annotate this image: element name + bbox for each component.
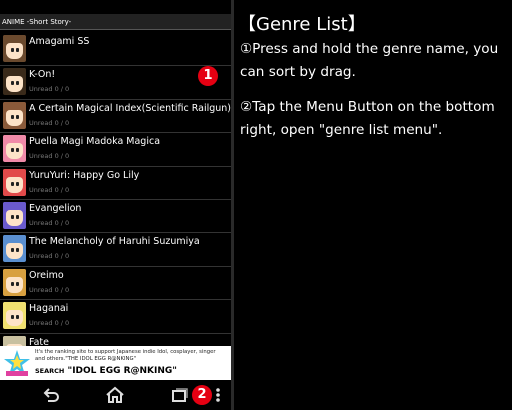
genre-row[interactable]: Puella Magi Madoka Magica Unread 0 / 0 [0, 133, 231, 167]
avatar-face [6, 76, 23, 93]
avatar-eye [11, 315, 14, 320]
avatar-face [6, 176, 23, 193]
android-nav-bar: 2 [0, 380, 231, 410]
genre-name[interactable]: Evangelion [29, 203, 81, 214]
avatar-face [6, 310, 23, 327]
ad-search-term: "IDOL EGG R@NKING" [67, 366, 177, 376]
genre-avatar [3, 35, 26, 62]
avatar-eye [16, 48, 19, 52]
genre-avatar [3, 135, 26, 163]
avatar-face [6, 243, 23, 260]
genre-row[interactable]: Haganai Unread 0 / 0 [0, 300, 231, 334]
avatar-face [6, 109, 23, 126]
avatar-eye [11, 48, 14, 52]
avatar-face [6, 143, 23, 160]
avatar-eye [16, 81, 19, 86]
genre-row[interactable]: YuruYuri: Happy Go Lily Unread 0 / 0 [0, 167, 231, 200]
genre-avatar [3, 302, 26, 330]
genre-row[interactable]: K-On! Unread 0 / 0 [0, 66, 231, 100]
unread-count: Unread 0 / 0 [29, 285, 70, 294]
unread-count: Unread 0 / 0 [29, 319, 70, 328]
menu-overflow-icon[interactable] [210, 385, 226, 405]
avatar-face [6, 276, 23, 293]
recent-apps-icon[interactable] [168, 385, 190, 405]
instruction-2: ②Tap the Menu Button on the bottom right… [240, 99, 495, 138]
genre-avatar [3, 268, 26, 296]
ad-text: It's the ranking site to support Japanes… [35, 349, 216, 362]
genre-avatar [3, 235, 26, 263]
phone-screen: ANIME -Short Story- Amagami SS K-On! Unrea… [0, 0, 231, 410]
genre-name[interactable]: K-On! [29, 69, 55, 80]
avatar-eye [16, 148, 19, 153]
genre-name[interactable]: Haganai [29, 303, 68, 314]
avatar-eye [16, 214, 19, 219]
idol-egg-logo [2, 348, 32, 378]
genre-name[interactable]: A Certain Magical Index(Scientific Railg… [29, 103, 231, 114]
genre-name[interactable]: Oreimo [29, 270, 64, 281]
avatar-face [6, 209, 23, 226]
genre-name[interactable]: Puella Magi Madoka Magica [29, 136, 160, 147]
genre-avatar [3, 68, 26, 96]
back-icon[interactable] [40, 385, 62, 405]
genre-name[interactable]: The Melancholy of Haruhi Suzumiya [29, 236, 200, 247]
unread-count: Unread 0 / 0 [29, 218, 70, 227]
callout-badge-2: 2 [192, 385, 212, 405]
genre-row[interactable]: The Melancholy of Haruhi Suzumiya Unread … [0, 233, 231, 267]
avatar-eye [11, 148, 14, 153]
divider [231, 0, 234, 410]
panel-title: 【Genre List】 [238, 14, 366, 35]
genre-avatar [3, 201, 26, 229]
avatar-face [6, 43, 23, 59]
avatar-eye [11, 181, 14, 186]
genre-row[interactable]: Amagami SS [0, 33, 231, 67]
avatar-eye [16, 114, 19, 119]
avatar-eye [16, 181, 19, 186]
avatar-eye [16, 248, 19, 253]
unread-count: Unread 0 / 0 [29, 152, 70, 161]
genre-avatar [3, 168, 26, 196]
callout-badge-1: 1 [198, 66, 218, 86]
avatar-eye [16, 315, 19, 320]
genre-row[interactable]: A Certain Magical Index(Scientific Railg… [0, 100, 231, 134]
ad-search-line: SEARCH "IDOL EGG R@NKING" [35, 366, 177, 376]
avatar-eye [11, 248, 14, 253]
genre-row[interactable]: Evangelion Unread 0 / 0 [0, 200, 231, 234]
genre-name[interactable]: Amagami SS [29, 36, 89, 47]
genre-row[interactable]: Oreimo Unread 0 / 0 [0, 267, 231, 301]
avatar-eye [11, 114, 14, 119]
genre-avatar [3, 101, 26, 129]
avatar-eye [16, 281, 19, 286]
home-icon[interactable] [104, 385, 126, 405]
unread-count: Unread 0 / 0 [29, 185, 70, 194]
app-title-bar: ANIME -Short Story- [0, 14, 231, 30]
unread-count: Unread 0 / 0 [29, 252, 70, 261]
avatar-eye [11, 81, 14, 86]
avatar-eye [11, 281, 14, 286]
genre-name[interactable]: YuruYuri: Happy Go Lily [29, 170, 139, 181]
instruction-panel: 【Genre List】 ①Press and hold the genre n… [236, 0, 512, 410]
ad-banner[interactable]: It's the ranking site to support Japanes… [0, 346, 231, 380]
unread-count: Unread 0 / 0 [29, 118, 70, 127]
avatar-eye [11, 214, 14, 219]
ad-search-prefix: SEARCH [35, 367, 65, 375]
instruction-1: ①Press and hold the genre name, you can … [240, 41, 499, 80]
unread-count: Unread 0 / 0 [29, 85, 70, 94]
